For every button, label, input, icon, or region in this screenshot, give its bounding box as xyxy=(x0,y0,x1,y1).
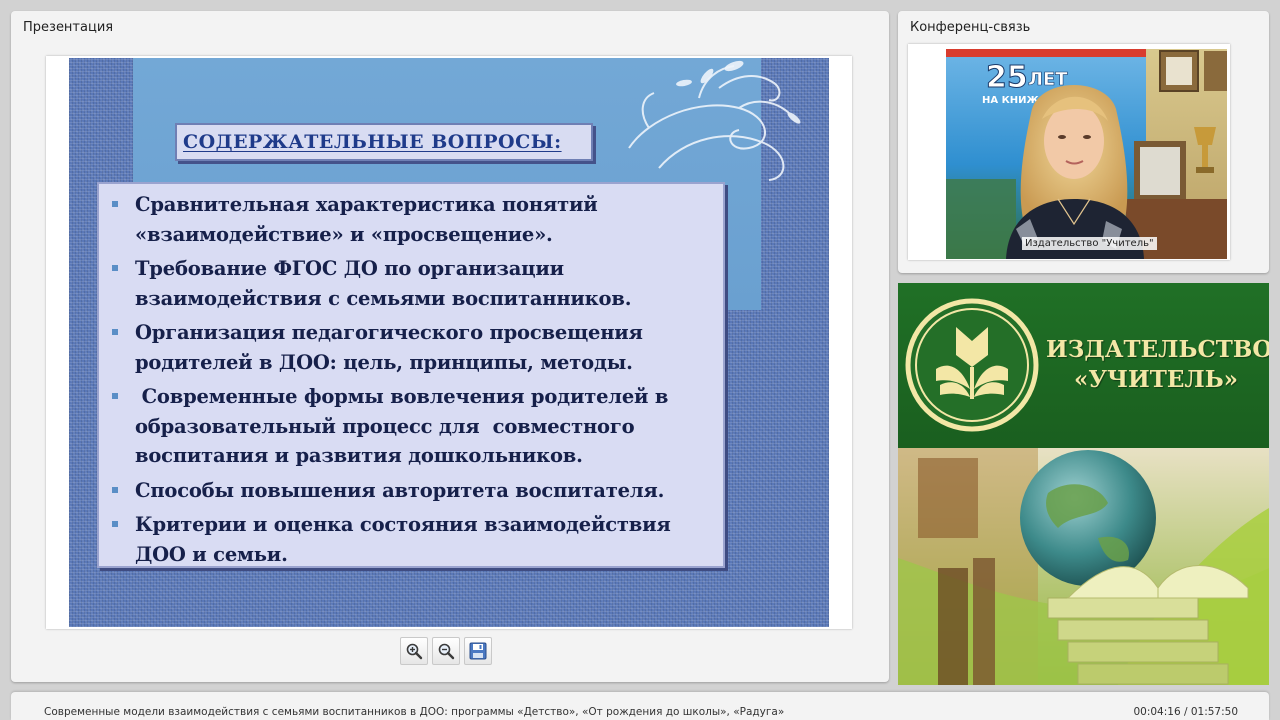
bullet-square-icon xyxy=(112,486,118,493)
slide: СОДЕРЖАТЕЛЬНЫЕ ВОПРОСЫ: Сравнительная ха… xyxy=(69,58,829,627)
playback-time: 00:04:16 / 01:57:50 xyxy=(1133,706,1238,718)
bullet-item: Организация педагогического просвещения … xyxy=(109,318,713,377)
bullet-text: Требование ФГОС ДО по организации взаимо… xyxy=(135,257,632,310)
zoom-out-button[interactable] xyxy=(432,637,460,665)
bullet-square-icon xyxy=(112,521,118,527)
banner-header: ИЗДАТЕЛЬСТВО «УЧИТЕЛЬ» xyxy=(898,283,1269,448)
presentation-toolbar xyxy=(400,637,500,669)
webcam-scene: 25 ЛЕТ НА КНИЖ xyxy=(946,49,1227,259)
poster-number: 25 xyxy=(986,60,1028,95)
publisher-logo xyxy=(905,298,1039,432)
books-and-globe-image xyxy=(898,448,1269,685)
poster-sub: НА КНИЖ xyxy=(982,95,1040,106)
bullet-item: Требование ФГОС ДО по организации взаимо… xyxy=(109,254,713,313)
save-icon xyxy=(469,642,487,660)
bullet-square-icon xyxy=(112,265,118,271)
bullet-text: Сравнительная характеристика понятий «вз… xyxy=(135,193,598,246)
webinar-title: Современные модели взаимодействия с семь… xyxy=(44,706,785,718)
floral-swirl-decoration xyxy=(628,60,801,181)
bullet-item: Сравнительная характеристика понятий «вз… xyxy=(109,190,713,249)
publisher-name: ИЗДАТЕЛЬСТВО «УЧИТЕЛЬ» xyxy=(1046,335,1269,395)
publisher-banner: ИЗДАТЕЛЬСТВО «УЧИТЕЛЬ» xyxy=(898,283,1269,685)
bullet-text: Способы повышения авторитета воспитателя… xyxy=(135,478,665,502)
slide-heading-box: СОДЕРЖАТЕЛЬНЫЕ ВОПРОСЫ: xyxy=(175,123,593,161)
bullet-item: Современные формы вовлечения родителей в… xyxy=(109,382,713,471)
bullet-text: Критерии и оценка состояния взаимодейств… xyxy=(135,513,671,566)
bullet-text: Современные формы вовлечения родителей в… xyxy=(135,385,675,467)
publisher-name-line2: «УЧИТЕЛЬ» xyxy=(1073,366,1239,393)
slide-heading: СОДЕРЖАТЕЛЬНЫЕ ВОПРОСЫ: xyxy=(183,131,562,153)
bullet-square-icon xyxy=(112,393,118,399)
zoom-in-button[interactable] xyxy=(400,637,428,665)
zoom-out-icon xyxy=(438,643,455,660)
zoom-in-icon xyxy=(406,643,423,660)
slide-bullet-list: Сравнительная характеристика понятий «вз… xyxy=(97,182,725,568)
save-button[interactable] xyxy=(464,637,492,665)
conference-panel: Конференц-связь 25 ЛЕТ НА КНИЖ Издательс… xyxy=(898,11,1269,273)
bottom-bar: Современные модели взаимодействия с семь… xyxy=(11,692,1269,720)
presentation-panel-title: Презентация xyxy=(23,20,114,35)
video-caption: Издательство "Учитель" xyxy=(1022,237,1157,250)
slide-frame: СОДЕРЖАТЕЛЬНЫЕ ВОПРОСЫ: Сравнительная ха… xyxy=(46,56,852,629)
bullet-item: Критерии и оценка состояния взаимодейств… xyxy=(109,510,713,569)
publisher-name-line1: ИЗДАТЕЛЬСТВО xyxy=(1046,336,1269,363)
bullet-item: Способы повышения авторитета воспитателя… xyxy=(109,476,713,506)
bullet-text: Организация педагогического просвещения … xyxy=(135,321,643,374)
conference-panel-title: Конференц-связь xyxy=(910,20,1031,35)
video-frame: 25 ЛЕТ НА КНИЖ Издательство "Учитель" xyxy=(908,44,1230,260)
bullet-square-icon xyxy=(112,201,118,207)
webcam-video[interactable]: 25 ЛЕТ НА КНИЖ Издательство "Учитель" xyxy=(946,49,1227,259)
bullet-square-icon xyxy=(112,329,118,335)
presentation-panel: Презентация СОДЕРЖАТЕЛЬНЫЕ ВОПРОСЫ: Срав… xyxy=(11,11,889,682)
